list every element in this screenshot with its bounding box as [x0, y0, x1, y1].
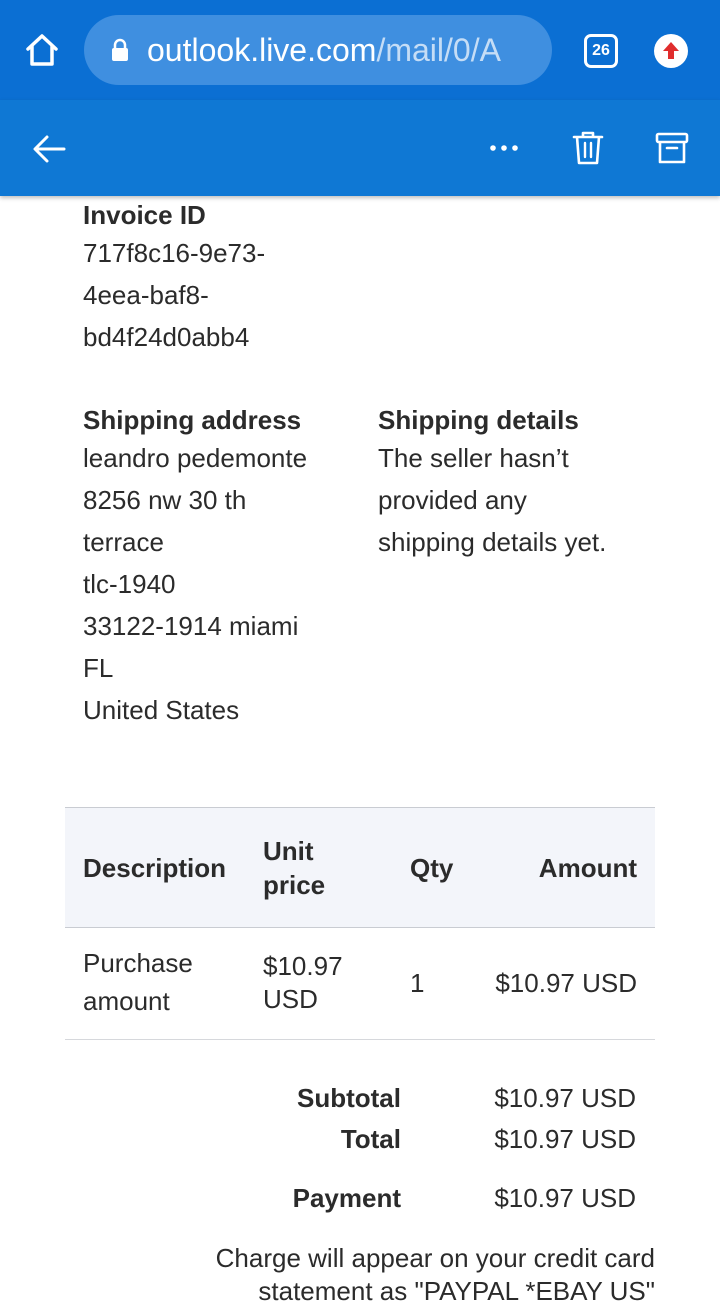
- address-line: tlc-1940: [83, 569, 176, 599]
- more-options-icon[interactable]: [484, 130, 524, 166]
- invoice-id-line: bd4f24d0abb4: [83, 322, 250, 352]
- invoice-id-line: 717f8c16-9e73-: [83, 238, 266, 268]
- url-text[interactable]: outlook.live.com/mail/0/A: [147, 30, 519, 70]
- subtotal-label: Subtotal: [297, 1083, 401, 1113]
- header-unit-price: Unit: [263, 836, 314, 866]
- subtotal-value: $10.97 USD: [494, 1083, 636, 1113]
- cell-qty: 1: [410, 968, 425, 998]
- header-unit-price: price: [263, 870, 326, 900]
- total-label: Total: [340, 1124, 401, 1154]
- shipping-details-section: Shipping details The seller hasn’t provi…: [378, 403, 648, 563]
- invoice-id-label: Invoice ID: [83, 200, 206, 230]
- invoice-id-section: Invoice ID 717f8c16-9e73- 4eea-baf8- bd4…: [83, 196, 343, 358]
- trash-icon[interactable]: [570, 128, 606, 168]
- home-icon[interactable]: [22, 30, 62, 70]
- address-line: terrace: [83, 527, 164, 557]
- address-line: United States: [83, 695, 240, 725]
- header-description: Description: [83, 853, 227, 883]
- lock-icon: [110, 38, 130, 62]
- invoice-table: Description Unit price Qty Amount Purcha…: [65, 807, 655, 1040]
- shipping-details-line: The seller hasn’t: [378, 443, 569, 473]
- url-path: /mail/0/A: [376, 32, 501, 68]
- payment-value: $10.97 USD: [494, 1183, 636, 1213]
- cell-amount: $10.97 USD: [495, 968, 637, 998]
- email-body: Invoice ID 717f8c16-9e73- 4eea-baf8- bd4…: [0, 196, 720, 1311]
- address-line: FL: [83, 653, 114, 683]
- shipping-details-label: Shipping details: [378, 405, 579, 435]
- charge-note: Charge will appear on your credit card s…: [135, 1242, 655, 1308]
- address-line: 33122-1914 miami: [83, 611, 299, 641]
- shipping-address-section: Shipping address leandro pedemonte 8256 …: [83, 403, 353, 731]
- tab-count: 26: [592, 42, 610, 59]
- address-line: leandro pedemonte: [83, 443, 308, 473]
- mail-toolbar: [0, 100, 720, 196]
- cell-unit-price: $10.97: [263, 951, 343, 981]
- shipping-address-label: Shipping address: [83, 405, 302, 435]
- total-value: $10.97 USD: [494, 1124, 636, 1154]
- header-qty: Qty: [410, 853, 454, 883]
- cell-description: amount: [83, 986, 170, 1016]
- charge-note-line: Charge will appear on your credit card: [215, 1243, 655, 1273]
- archive-icon[interactable]: [654, 128, 690, 168]
- tabs-count-button[interactable]: 26: [584, 34, 618, 68]
- header-amount: Amount: [538, 853, 637, 883]
- upload-icon[interactable]: [654, 34, 688, 68]
- shipping-details-line: provided any: [378, 485, 527, 515]
- cell-unit-price: USD: [263, 984, 318, 1014]
- charge-note-line: statement as "PAYPAL *EBAY US": [258, 1276, 655, 1306]
- table-row: Purchase amount $10.97 USD 1 $10.97 USD: [65, 928, 655, 1040]
- payment-label: Payment: [292, 1183, 401, 1213]
- back-arrow-icon[interactable]: [28, 128, 70, 170]
- table-header: Description Unit price Qty Amount: [65, 807, 655, 928]
- address-line: 8256 nw 30 th: [83, 485, 247, 515]
- url-domain: outlook.live.com: [147, 32, 377, 68]
- invoice-id-line: 4eea-baf8-: [83, 280, 209, 310]
- cell-description: Purchase: [83, 948, 193, 978]
- shipping-details-line: shipping details yet.: [378, 527, 607, 557]
